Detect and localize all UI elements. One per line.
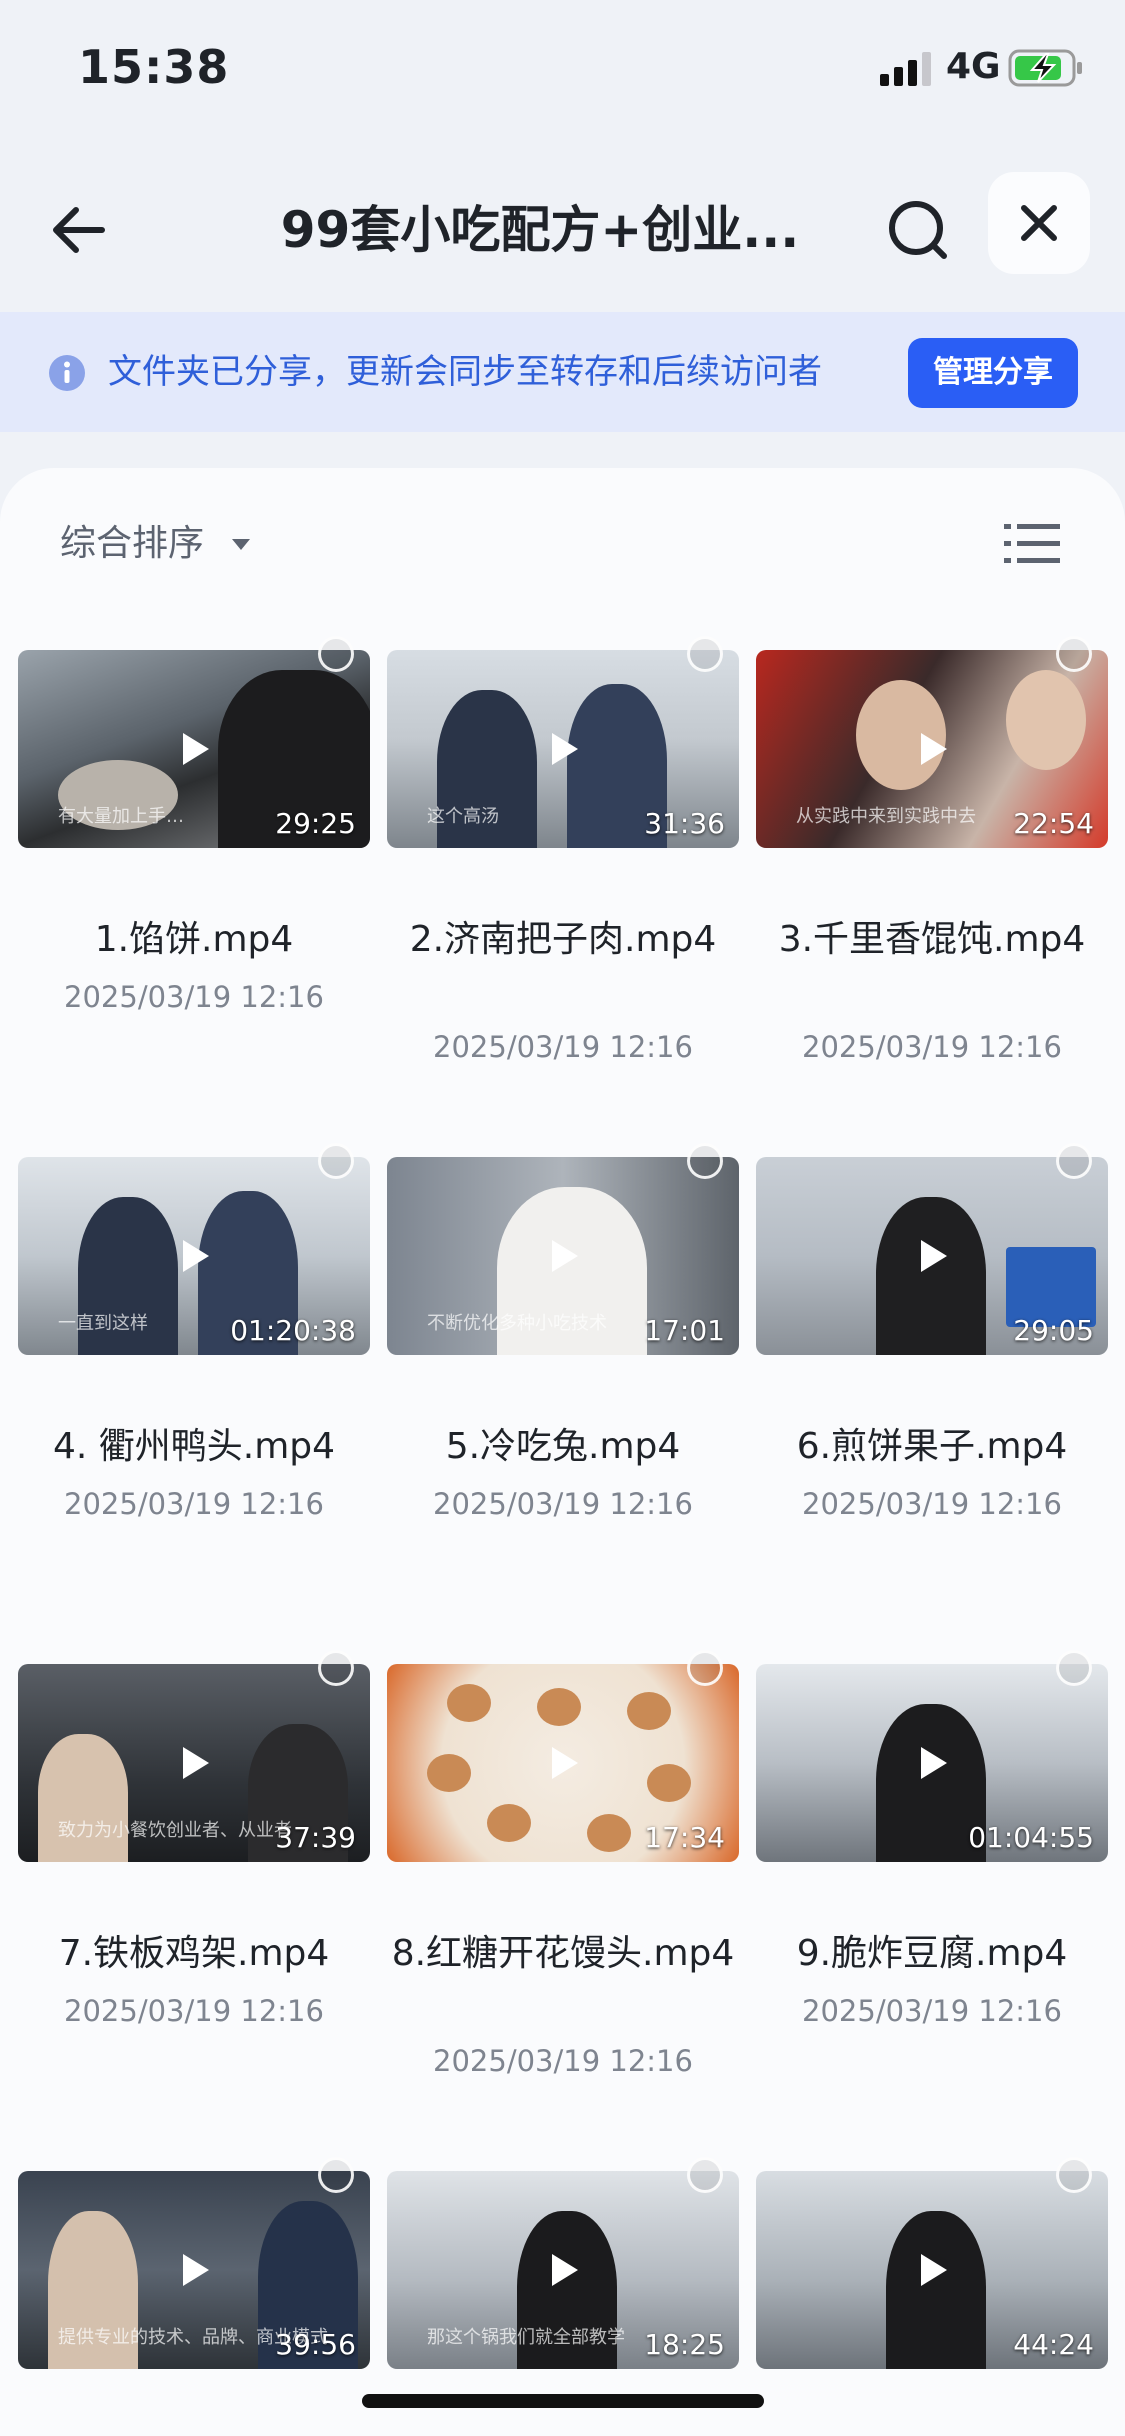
video-thumbnail[interactable]: 致力为小餐饮创业者、从业者 37:39 (18, 1664, 370, 1862)
select-radio[interactable] (1056, 1650, 1092, 1686)
video-caption: 从实践中来到实践中去 (796, 806, 976, 827)
back-arrow-icon[interactable] (40, 190, 120, 270)
file-name: 6.煎饼果子.mp4 (796, 1426, 1068, 1467)
select-radio[interactable] (1056, 1143, 1092, 1179)
play-icon (183, 2254, 209, 2286)
info-icon (49, 355, 85, 391)
video-caption: 致力为小餐饮创业者、从业者 (58, 1820, 292, 1841)
list-view-icon[interactable] (1004, 514, 1060, 574)
file-name: 2.济南把子肉.mp4 (409, 919, 717, 960)
play-icon (921, 733, 947, 765)
video-duration: 17:34 (644, 1821, 725, 1854)
play-icon (183, 733, 209, 765)
play-icon (921, 1240, 947, 1272)
close-button[interactable] (988, 172, 1090, 274)
video-duration: 37:39 (275, 1821, 356, 1854)
play-icon (921, 1747, 947, 1779)
play-icon (552, 2254, 578, 2286)
select-radio[interactable] (687, 636, 723, 672)
video-caption: 这个高汤 (427, 806, 499, 827)
video-thumbnail[interactable]: 有大量加上手… 29:25 (18, 650, 370, 848)
select-radio[interactable] (318, 2157, 354, 2193)
video-thumbnail[interactable]: 01:04:55 (756, 1664, 1108, 1862)
file-name: 4. 衢州鸭头.mp4 (52, 1426, 336, 1467)
video-duration: 44:24 (1013, 2328, 1094, 2361)
video-caption: 有大量加上手… (58, 806, 184, 827)
play-icon (183, 1747, 209, 1779)
file-name: 9.脆炸豆腐.mp4 (796, 1933, 1068, 1974)
status-time: 15:38 (78, 40, 230, 94)
video-duration: 17:01 (644, 1314, 725, 1347)
search-icon[interactable] (880, 190, 960, 270)
play-icon (552, 733, 578, 765)
select-radio[interactable] (318, 636, 354, 672)
file-list-panel: 综合排序 有大量加上手… 29:25 1.馅饼.mp4 2025/03/19 1… (0, 468, 1125, 2436)
video-caption: 那这个锅我们就全部教学 (427, 2327, 625, 2348)
video-thumbnail[interactable]: 提供专业的技术、品牌、商业模式 39:56 (18, 2171, 370, 2369)
video-duration: 31:36 (644, 807, 725, 840)
video-duration: 29:05 (1013, 1314, 1094, 1347)
status-bar: 15:38 4G (0, 0, 1125, 140)
signal-icon (880, 52, 931, 86)
battery-charging-icon (1008, 49, 1082, 87)
video-thumbnail[interactable]: 这个高汤 31:36 (387, 650, 739, 848)
video-duration: 29:25 (275, 807, 356, 840)
video-thumbnail[interactable]: 29:05 (756, 1157, 1108, 1355)
header-bar: 99套小吃配方+创业... (0, 160, 1125, 300)
file-date: 2025/03/19 12:16 (433, 1487, 693, 1521)
select-radio[interactable] (687, 1650, 723, 1686)
file-name: 3.千里香馄饨.mp4 (778, 919, 1086, 960)
play-icon (921, 2254, 947, 2286)
file-name: 7.铁板鸡架.mp4 (58, 1933, 330, 1974)
select-radio[interactable] (318, 1143, 354, 1179)
video-thumbnail[interactable]: 不断优化多种小吃技术 17:01 (387, 1157, 739, 1355)
video-thumbnail[interactable]: 44:24 (756, 2171, 1108, 2369)
select-radio[interactable] (318, 1650, 354, 1686)
video-thumbnail[interactable]: 17:34 (387, 1664, 739, 1862)
video-duration: 18:25 (644, 2328, 725, 2361)
file-name: 1.馅饼.mp4 (94, 919, 294, 960)
share-notice-text: 文件夹已分享，更新会同步至转存和后续访问者 (108, 352, 822, 392)
select-radio[interactable] (687, 2157, 723, 2193)
file-name: 5.冷吃兔.mp4 (445, 1426, 681, 1467)
file-date: 2025/03/19 12:16 (433, 1030, 693, 1064)
select-radio[interactable] (1056, 2157, 1092, 2193)
play-icon (552, 1747, 578, 1779)
share-notice-banner: 文件夹已分享，更新会同步至转存和后续访问者 管理分享 (0, 312, 1125, 432)
video-caption: 不断优化多种小吃技术 (427, 1313, 607, 1334)
file-date: 2025/03/19 12:16 (64, 1994, 324, 2028)
video-duration: 01:20:38 (230, 1314, 356, 1347)
file-date: 2025/03/19 12:16 (64, 1487, 324, 1521)
network-type: 4G (946, 46, 1001, 87)
file-date: 2025/03/19 12:16 (802, 1030, 1062, 1064)
file-name: 8.红糖开花馒头.mp4 (391, 1933, 735, 1974)
page-title: 99套小吃配方+创业... (280, 201, 800, 259)
play-icon (552, 1240, 578, 1272)
video-thumbnail[interactable]: 从实践中来到实践中去 22:54 (756, 650, 1108, 848)
manage-share-button[interactable]: 管理分享 (908, 338, 1078, 408)
sort-dropdown[interactable]: 综合排序 (60, 514, 204, 574)
video-duration: 22:54 (1013, 807, 1094, 840)
video-caption: 一直到这样 (58, 1313, 148, 1334)
video-thumbnail[interactable]: 一直到这样 01:20:38 (18, 1157, 370, 1355)
video-thumbnail[interactable]: 那这个锅我们就全部教学 18:25 (387, 2171, 739, 2369)
select-radio[interactable] (687, 1143, 723, 1179)
play-icon (183, 1240, 209, 1272)
file-date: 2025/03/19 12:16 (433, 2044, 693, 2078)
close-icon (1021, 205, 1057, 241)
file-date: 2025/03/19 12:16 (64, 980, 324, 1014)
file-date: 2025/03/19 12:16 (802, 1994, 1062, 2028)
video-duration: 01:04:55 (968, 1821, 1094, 1854)
select-radio[interactable] (1056, 636, 1092, 672)
caret-down-icon[interactable] (230, 530, 252, 558)
home-indicator[interactable] (362, 2394, 764, 2408)
file-date: 2025/03/19 12:16 (802, 1487, 1062, 1521)
video-duration: 39:56 (275, 2328, 356, 2361)
